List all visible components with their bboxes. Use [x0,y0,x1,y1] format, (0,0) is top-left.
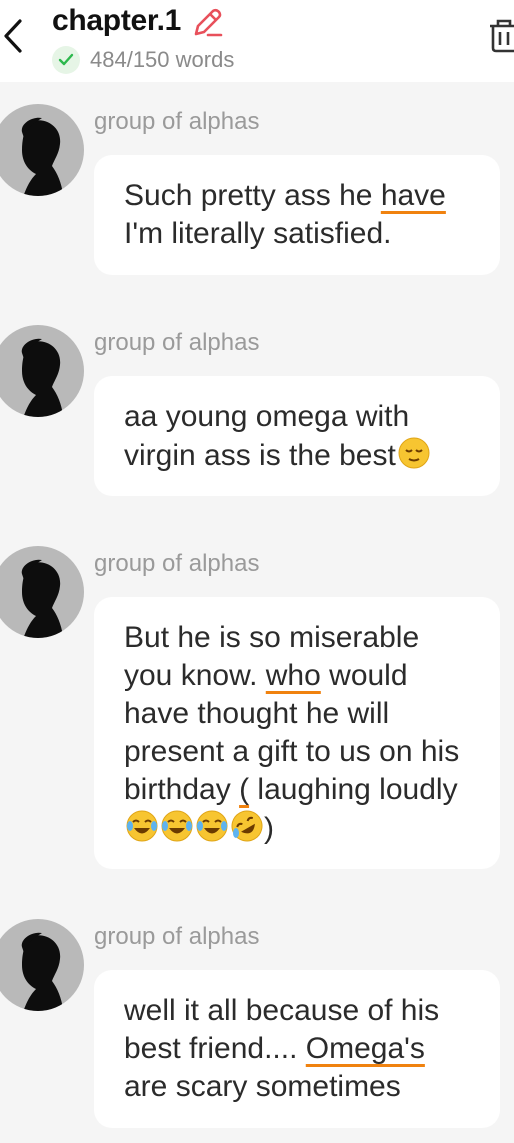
top-bar: chapter.1 484/150 words [0,0,514,82]
edit-title-button[interactable] [190,6,224,40]
rolling-laughing-icon [231,810,263,842]
tears-of-joy-icon [126,810,158,842]
spell-flag[interactable]: who [266,659,321,692]
word-count-label: 484/150 words [90,47,235,72]
spell-flag[interactable]: have [381,179,446,212]
avatar[interactable] [0,546,84,638]
message-text: well it all because of his best friend..… [124,994,440,1103]
tears-of-joy-icon [161,810,193,842]
avatar[interactable] [0,919,84,1011]
sender-name: group of alphas [94,550,260,577]
message-bubble[interactable]: well it all because of his best friend..… [94,970,500,1128]
check-circle-icon [52,46,80,74]
chevron-left-icon [4,19,22,53]
sender-name: group of alphas [94,923,260,950]
delete-button[interactable] [488,14,514,54]
sender-name: group of alphas [94,329,260,356]
avatar[interactable] [0,325,84,417]
avatar[interactable] [0,104,84,196]
back-button[interactable] [0,18,26,54]
message-text: aa young omega with virgin ass is the be… [124,398,470,475]
message-bubble[interactable]: Such pretty ass he have I'm literally sa… [94,155,500,275]
spell-flag[interactable]: ( [239,773,249,806]
message-text: Such pretty ass he have I'm literally sa… [124,179,446,250]
trash-icon [490,19,514,53]
chapter-title[interactable]: chapter.1 [52,4,181,38]
pencil-icon [194,8,223,37]
spell-flag[interactable]: Omega's [306,1032,425,1065]
message-text: But he is so miserable you know. who wou… [124,621,460,845]
relieved-face-icon [398,437,430,469]
word-count: 484/150 words [52,46,234,74]
sender-name: group of alphas [94,108,260,135]
tears-of-joy-icon [196,810,228,842]
message-bubble[interactable]: But he is so miserable you know. who wou… [94,597,500,869]
message-bubble[interactable]: aa young omega with virgin ass is the be… [94,376,500,496]
